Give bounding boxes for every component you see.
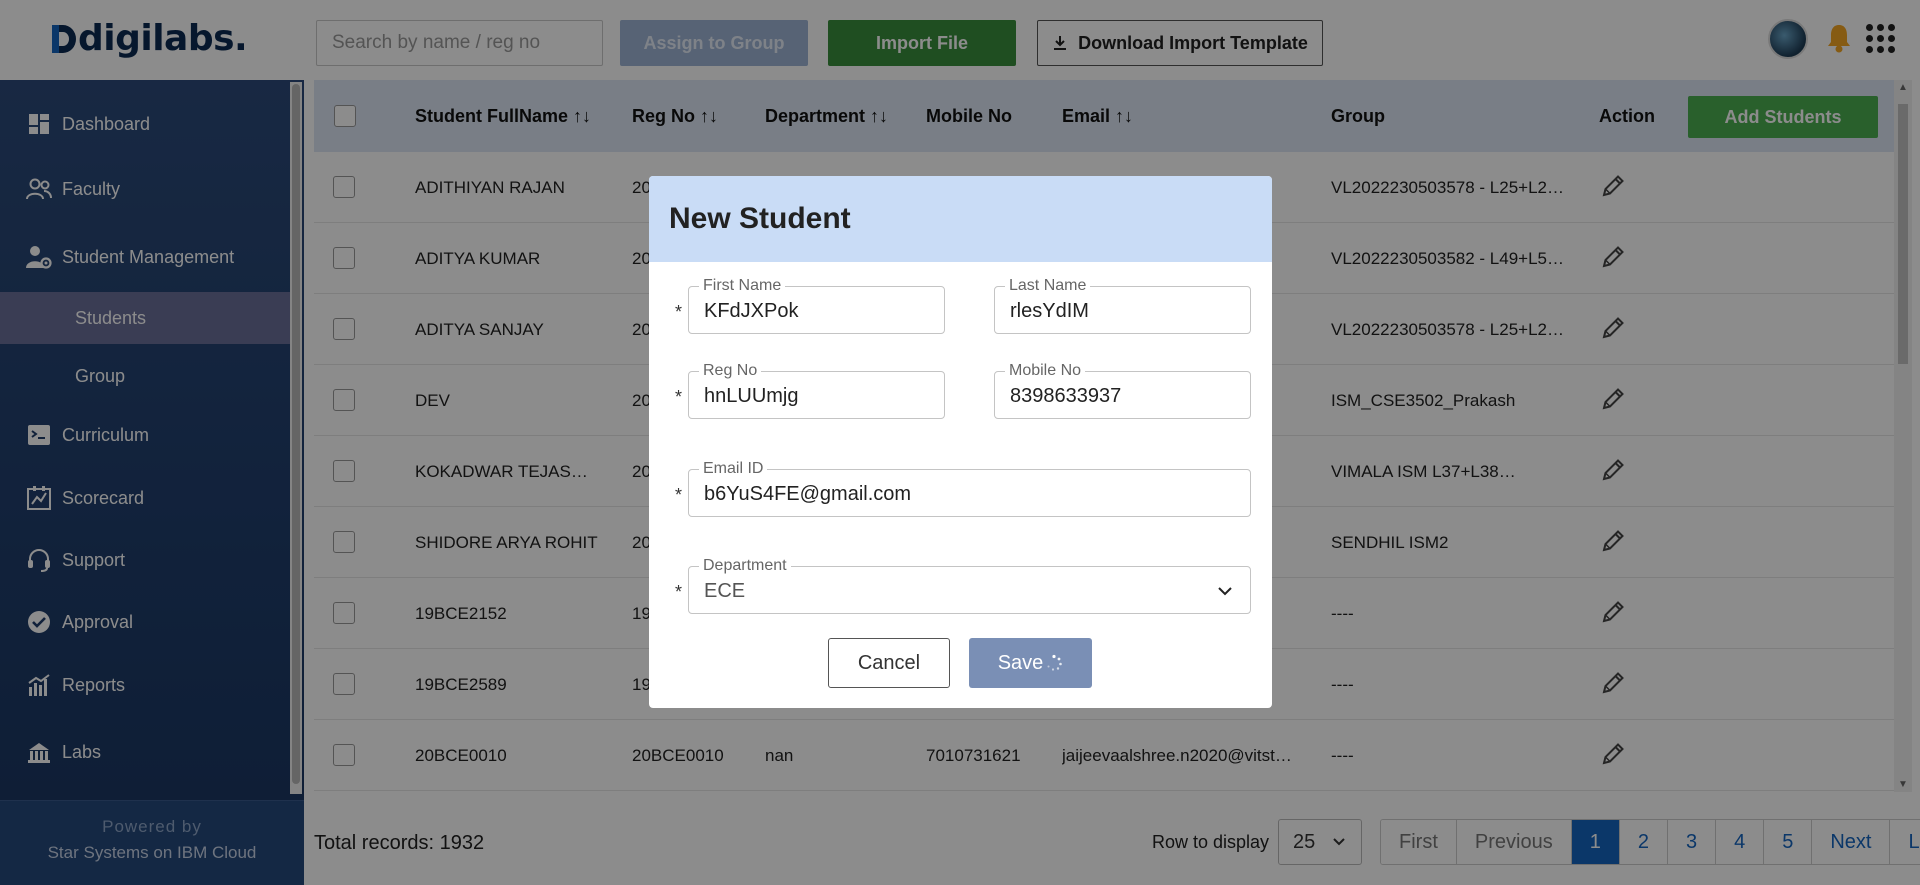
last-name-field[interactable]: Last Name rlesYdIM [994,277,1251,334]
save-button[interactable]: Save [969,638,1092,688]
first-name-field[interactable]: First Name KFdJXPok [688,277,945,334]
save-label: Save [997,651,1044,674]
last-name-value: rlesYdIM [1010,300,1089,322]
department-label: Department [699,557,791,575]
first-name-value: KFdJXPok [704,300,799,322]
email-field[interactable]: Email ID b6YuS4FE@gmail.com [688,460,1251,517]
department-select[interactable]: Department ECE [688,557,1251,614]
loading-spinner-icon [1047,654,1063,671]
mobile-no-label: Mobile No [1005,362,1086,380]
mobile-no-value: 8398633937 [1010,385,1122,407]
cancel-button[interactable]: Cancel [828,638,950,688]
reg-no-value: hnLUUmjg [704,385,799,407]
email-value: b6YuS4FE@gmail.com [704,483,912,505]
department-value: ECE [704,580,746,602]
last-name-label: Last Name [1005,277,1091,295]
email-label: Email ID [699,460,768,478]
required-mark: * [675,582,683,602]
dialog-header: New Student [649,176,1272,262]
dialog-title: New Student [669,202,851,235]
required-mark: * [675,485,683,505]
mobile-no-field[interactable]: Mobile No 8398633937 [994,362,1251,419]
chevron-down-icon [1218,587,1232,596]
required-mark: * [675,387,683,407]
reg-no-field[interactable]: Reg No hnLUUmjg [688,362,945,419]
required-mark: * [675,302,683,322]
first-name-label: First Name [699,277,786,295]
new-student-dialog: New Student * First Name KFdJXPok Last N… [649,176,1272,708]
reg-no-label: Reg No [699,362,762,380]
